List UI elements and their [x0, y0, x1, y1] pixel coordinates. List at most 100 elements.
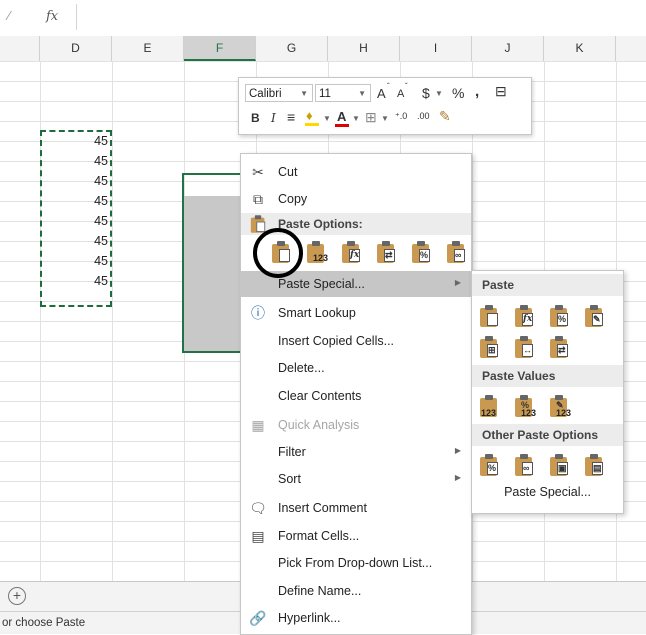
paste-transpose-icon[interactable]: ⇄ — [550, 336, 568, 358]
format-painter-icon[interactable]: ✎ — [439, 108, 451, 125]
menu-item-filter[interactable]: Filter ▶ — [241, 439, 471, 465]
link-icon: 🔗 — [249, 610, 267, 626]
paste-special-submenu: Paste fx % ✎ ⊞ ↔ ⇄ Paste Values 123 % 123… — [471, 270, 624, 514]
shrink-font-caret-icon: ˇ — [405, 82, 408, 91]
paste-picture-icon[interactable]: ▣ — [550, 454, 568, 476]
menu-item-label: Smart Lookup — [278, 306, 356, 320]
format-cells-icon: ▤ — [251, 528, 265, 544]
paste-linked-picture-icon[interactable]: ▤ — [585, 454, 603, 476]
column-header-D[interactable]: D — [40, 36, 112, 61]
grow-font-icon[interactable]: A — [377, 86, 386, 101]
menu-item-label: Paste Special... — [278, 277, 365, 291]
menu-item-label: Filter — [278, 445, 306, 459]
menu-item-insert-comment[interactable]: 🗨 Insert Comment — [241, 495, 471, 521]
chevron-down-icon[interactable]: ▼ — [435, 89, 443, 98]
chevron-down-icon[interactable]: ▼ — [352, 114, 360, 123]
align-center-icon[interactable]: ≡ — [287, 109, 295, 125]
paste-link-icon[interactable]: ∞ — [447, 241, 465, 263]
mini-toolbar: Calibri ▼ 11 ▼ A ˆ A ˇ $ ▼ % , ⊟ B I ≡ ♦… — [238, 77, 532, 135]
quick-analysis-icon: ▦ — [251, 417, 265, 433]
plus-circle-icon[interactable]: + — [8, 587, 26, 605]
chevron-down-icon[interactable]: ▼ — [358, 85, 366, 103]
menu-item-cut[interactable]: ✂ Cut — [241, 159, 471, 185]
menu-item-label: Delete... — [278, 361, 325, 375]
info-search-icon: ⓘ — [251, 305, 265, 321]
submenu-paste-special-item[interactable]: Paste Special... — [472, 485, 623, 499]
menu-item-delete[interactable]: Delete... — [241, 355, 471, 381]
menu-item-label: Hyperlink... — [278, 611, 341, 625]
paste-values-source-format-icon[interactable]: ✎ 123 — [550, 395, 571, 418]
submenu-paste-values-header: Paste Values — [472, 365, 623, 387]
font-name-box[interactable]: Calibri ▼ — [245, 84, 313, 102]
paste-transpose-icon[interactable]: ⇄ — [377, 241, 395, 263]
menu-item-copy[interactable]: ⧉ Copy — [241, 186, 471, 212]
column-header-H[interactable]: H — [328, 36, 400, 61]
column-header-C[interactable] — [0, 36, 40, 61]
column-header-F[interactable]: F — [184, 36, 256, 61]
font-size: 11 — [319, 88, 331, 100]
menu-item-label: Clear Contents — [278, 389, 362, 403]
paste-formulas-number-format-icon[interactable]: % — [550, 305, 568, 327]
copy-icon: ⧉ — [253, 191, 263, 207]
decrease-decimal-icon[interactable]: .00 — [417, 111, 430, 121]
menu-item-clear-contents[interactable]: Clear Contents — [241, 383, 471, 409]
bold-icon[interactable]: B — [251, 111, 260, 125]
submenu-other-paste-header: Other Paste Options — [472, 424, 623, 446]
column-header-G[interactable]: G — [256, 36, 328, 61]
chevron-down-icon[interactable]: ▼ — [323, 114, 331, 123]
paste-formatting-icon[interactable]: % — [480, 454, 498, 476]
paste-icon[interactable] — [480, 305, 498, 327]
chevron-right-icon: ▶ — [454, 446, 461, 455]
borders-icon[interactable]: ⊞ — [365, 109, 377, 126]
column-header-I[interactable]: I — [400, 36, 472, 61]
selected-range-border[interactable] — [182, 173, 242, 353]
column-header-K[interactable]: K — [544, 36, 616, 61]
formula-bar-divider — [76, 4, 77, 30]
menu-item-format-cells[interactable]: ▤ Format Cells... — [241, 523, 471, 549]
increase-decimal-icon[interactable]: ⁺.0 — [395, 111, 407, 122]
menu-item-label: Pick From Drop-down List... — [278, 556, 433, 570]
paste-values-number-format-icon[interactable]: % 123 — [515, 395, 536, 418]
formula-bar: ⁄ fx — [0, 0, 646, 37]
menu-item-smart-lookup[interactable]: ⓘ Smart Lookup — [241, 300, 471, 326]
shrink-font-icon[interactable]: A — [397, 88, 404, 100]
font-color-icon[interactable]: A — [337, 109, 346, 124]
column-header-L[interactable] — [616, 36, 646, 61]
paste-link-icon[interactable]: ∞ — [515, 454, 533, 476]
submenu-header-label: Paste — [482, 278, 515, 292]
chevron-right-icon: ▶ — [454, 278, 461, 287]
comma-style-icon[interactable]: , — [475, 83, 479, 100]
fx-icon[interactable]: fx — [46, 9, 58, 24]
fill-color-icon[interactable]: ♦ — [306, 108, 313, 123]
menu-item-pick-from-list[interactable]: Pick From Drop-down List... — [241, 550, 471, 576]
paste-keep-column-widths-icon[interactable]: ↔ — [515, 336, 533, 358]
menu-item-insert-copied-cells[interactable]: Insert Copied Cells... — [241, 328, 471, 354]
submenu-paste-header: Paste — [472, 274, 623, 296]
column-header-E[interactable]: E — [112, 36, 184, 61]
chevron-down-icon[interactable]: ▼ — [300, 85, 308, 103]
chevron-right-icon: ▶ — [454, 473, 461, 482]
merge-center-icon[interactable]: ⊟ — [495, 83, 507, 100]
paste-no-borders-icon[interactable]: ⊞ — [480, 336, 498, 358]
italic-icon[interactable]: I — [271, 111, 276, 125]
currency-icon[interactable]: $ — [422, 85, 430, 101]
paste-formulas-icon[interactable]: fx — [342, 241, 360, 263]
menu-item-hyperlink[interactable]: 🔗 Hyperlink... — [241, 605, 471, 631]
paste-formatting-icon[interactable]: % — [412, 241, 430, 263]
menu-item-quick-analysis: ▦ Quick Analysis — [241, 412, 471, 438]
paste-values-icon[interactable]: 123 — [307, 241, 328, 263]
menu-item-sort[interactable]: Sort ▶ — [241, 466, 471, 492]
font-size-box[interactable]: 11 ▼ — [315, 84, 371, 102]
paste-formulas-icon[interactable]: fx — [515, 305, 533, 327]
scissors-icon: ✂ — [252, 164, 264, 180]
context-menu: ✂ Cut ⧉ Copy Paste Options: 123 fx ⇄ % ∞… — [240, 153, 472, 635]
chevron-down-icon[interactable]: ▼ — [381, 114, 389, 123]
column-header-J[interactable]: J — [472, 36, 544, 61]
paste-options-clipboard-icon — [250, 215, 266, 233]
paste-values-icon[interactable]: 123 — [480, 395, 498, 418]
paste-keep-source-format-icon[interactable]: ✎ — [585, 305, 603, 327]
percent-icon[interactable]: % — [452, 85, 464, 101]
submenu-header-label: Other Paste Options — [482, 428, 599, 442]
menu-item-define-name[interactable]: Define Name... — [241, 578, 471, 604]
fill-color-swatch — [305, 123, 319, 126]
